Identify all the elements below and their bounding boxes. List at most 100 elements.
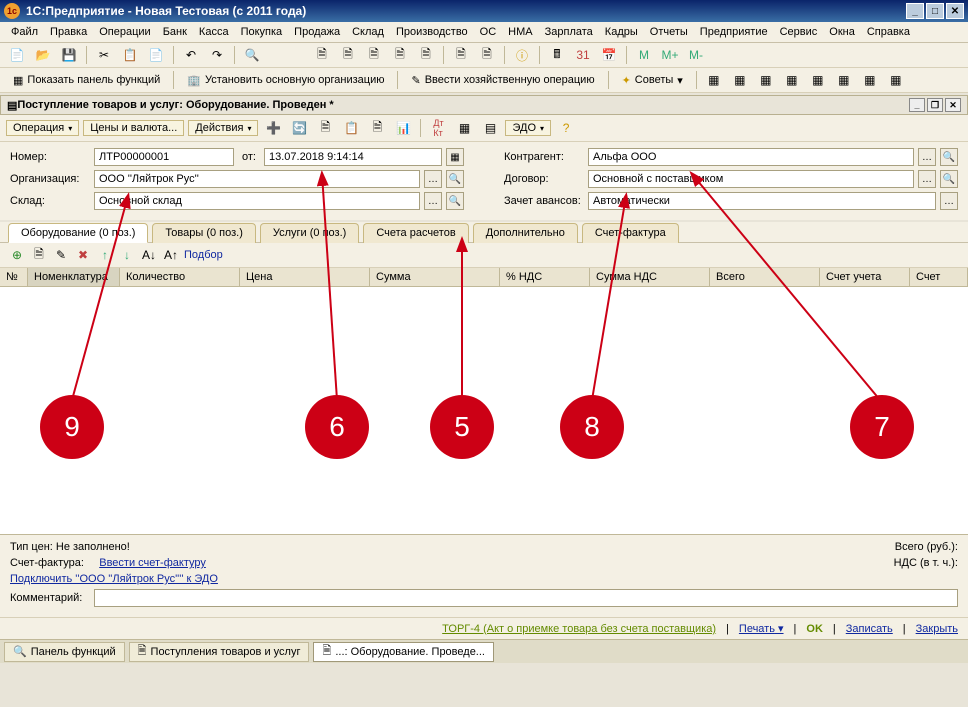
contragent-select-button[interactable]: …	[918, 148, 936, 166]
col-nomenclature[interactable]: Номенклатура	[28, 268, 120, 286]
menu-production[interactable]: Производство	[391, 24, 473, 40]
task-panel[interactable]: 🔍Панель функций	[4, 642, 125, 662]
dtb-icon-6[interactable]: 📊	[392, 118, 414, 138]
tb-icon-4[interactable]: 🗎	[389, 45, 411, 65]
mplus-icon[interactable]: M+	[659, 45, 681, 65]
tb2-icon-8[interactable]: ▦	[885, 70, 907, 90]
enter-op-button[interactable]: ✎Ввести хозяйственную операцию	[404, 70, 601, 90]
dtb-help-icon[interactable]: ?	[555, 118, 577, 138]
contract-select-button[interactable]: …	[918, 170, 936, 188]
copy-icon[interactable]: 📋	[119, 45, 141, 65]
tb2-icon-1[interactable]: ▦	[703, 70, 725, 90]
tb-icon-1[interactable]: 🗎	[311, 45, 333, 65]
col-sum[interactable]: Сумма	[370, 268, 500, 286]
close-button[interactable]: Закрыть	[916, 623, 958, 635]
number-input[interactable]: ЛТР00000001	[94, 148, 234, 166]
warehouse-select-button[interactable]: …	[424, 192, 442, 210]
copy-row-icon[interactable]: 🗎	[30, 246, 48, 264]
tab-accounts[interactable]: Счета расчетов	[363, 223, 468, 243]
col-qty[interactable]: Количество	[120, 268, 240, 286]
task-list[interactable]: 🗎Поступления товаров и услуг	[129, 642, 310, 662]
col-n[interactable]: №	[0, 268, 28, 286]
menu-bank[interactable]: Банк	[158, 24, 192, 40]
torg4-link[interactable]: ТОРГ-4 (Акт о приемке товара без счета п…	[442, 623, 716, 635]
menu-hr[interactable]: Кадры	[600, 24, 643, 40]
calc-icon[interactable]: 🖩	[546, 45, 568, 65]
save-button[interactable]: Записать	[846, 623, 893, 635]
menu-salary[interactable]: Зарплата	[540, 24, 598, 40]
menu-cash[interactable]: Касса	[194, 24, 234, 40]
redo-icon[interactable]: ↷	[206, 45, 228, 65]
menu-help[interactable]: Справка	[862, 24, 915, 40]
sort-desc-icon[interactable]: A↑	[162, 246, 180, 264]
contract-input[interactable]: Основной с поставщиком	[588, 170, 914, 188]
menu-service[interactable]: Сервис	[775, 24, 823, 40]
dtb-icon-3[interactable]: 🗎	[314, 118, 336, 138]
task-doc[interactable]: 🗎...: Оборудование. Проведе...	[313, 642, 494, 662]
save-icon[interactable]: 💾	[58, 45, 80, 65]
new-icon[interactable]: 📄	[6, 45, 28, 65]
edit-row-icon[interactable]: ✎	[52, 246, 70, 264]
col-vat-sum[interactable]: Сумма НДС	[590, 268, 710, 286]
menu-sale[interactable]: Продажа	[289, 24, 345, 40]
dtb-icon-dk[interactable]: ДтКт	[427, 118, 449, 138]
tb-icon-2[interactable]: 🗎	[337, 45, 359, 65]
doc-close-button[interactable]: ✕	[945, 98, 961, 112]
dtb-icon-8[interactable]: ▤	[479, 118, 501, 138]
menu-os[interactable]: ОС	[475, 24, 502, 40]
menu-windows[interactable]: Окна	[824, 24, 860, 40]
add-row-icon[interactable]: ⊕	[8, 246, 26, 264]
ok-button[interactable]: OK	[806, 623, 823, 635]
date-input[interactable]: 13.07.2018 9:14:14	[264, 148, 442, 166]
menu-file[interactable]: Файл	[6, 24, 43, 40]
maximize-button[interactable]: □	[926, 3, 944, 19]
menu-operations[interactable]: Операции	[94, 24, 155, 40]
advance-select-button[interactable]: …	[940, 192, 958, 210]
menu-reports[interactable]: Отчеты	[645, 24, 693, 40]
set-org-button[interactable]: 🏢Установить основную организацию	[180, 70, 391, 90]
col-total[interactable]: Всего	[710, 268, 820, 286]
minimize-button[interactable]: _	[906, 3, 924, 19]
tb-icon-3[interactable]: 🗎	[363, 45, 385, 65]
org-select-button[interactable]: …	[424, 170, 442, 188]
up-icon[interactable]: ↑	[96, 246, 114, 264]
cal2-icon[interactable]: 📅	[598, 45, 620, 65]
edo-dropdown[interactable]: ЭДО▾	[505, 120, 551, 136]
col-price[interactable]: Цена	[240, 268, 370, 286]
tb-icon-6[interactable]: 🗎	[450, 45, 472, 65]
contragent-open-button[interactable]: 🔍	[940, 148, 958, 166]
mminus-icon[interactable]: M-	[685, 45, 707, 65]
menu-enterprise[interactable]: Предприятие	[695, 24, 773, 40]
contragent-input[interactable]: Альфа ООО	[588, 148, 914, 166]
doc-min-button[interactable]: _	[909, 98, 925, 112]
warehouse-open-button[interactable]: 🔍	[446, 192, 464, 210]
help-icon[interactable]: ⓘ	[511, 45, 533, 65]
sort-asc-icon[interactable]: A↓	[140, 246, 158, 264]
dtb-icon-4[interactable]: 📋	[340, 118, 362, 138]
col-vat-pct[interactable]: % НДС	[500, 268, 590, 286]
menu-purchase[interactable]: Покупка	[236, 24, 288, 40]
comment-input[interactable]	[94, 589, 958, 607]
connect-edo-link[interactable]: Подключить ''ООО ''Ляйтрок Рус'''' к ЭДО	[10, 573, 218, 585]
tb2-icon-4[interactable]: ▦	[781, 70, 803, 90]
advance-input[interactable]: Автоматически	[588, 192, 936, 210]
tb2-icon-7[interactable]: ▦	[859, 70, 881, 90]
col-account[interactable]: Счет учета	[820, 268, 910, 286]
menu-edit[interactable]: Правка	[45, 24, 92, 40]
open-icon[interactable]: 📂	[32, 45, 54, 65]
menu-nma[interactable]: НМА	[503, 24, 537, 40]
tb-icon-7[interactable]: 🗎	[476, 45, 498, 65]
warehouse-input[interactable]: Основной склад	[94, 192, 420, 210]
tb2-icon-5[interactable]: ▦	[807, 70, 829, 90]
prices-button[interactable]: Цены и валюта...	[83, 120, 184, 136]
close-button[interactable]: ✕	[946, 3, 964, 19]
dtb-icon-7[interactable]: ▦	[453, 118, 475, 138]
tab-additional[interactable]: Дополнительно	[473, 223, 578, 243]
tips-button[interactable]: ✦Советы▾	[615, 70, 690, 90]
dtb-icon-2[interactable]: 🔄	[288, 118, 310, 138]
tb-icon-5[interactable]: 🗎	[415, 45, 437, 65]
find-icon[interactable]: 🔍	[241, 45, 263, 65]
print-button[interactable]: Печать ▾	[739, 622, 784, 635]
dtb-icon-1[interactable]: ➕	[262, 118, 284, 138]
undo-icon[interactable]: ↶	[180, 45, 202, 65]
